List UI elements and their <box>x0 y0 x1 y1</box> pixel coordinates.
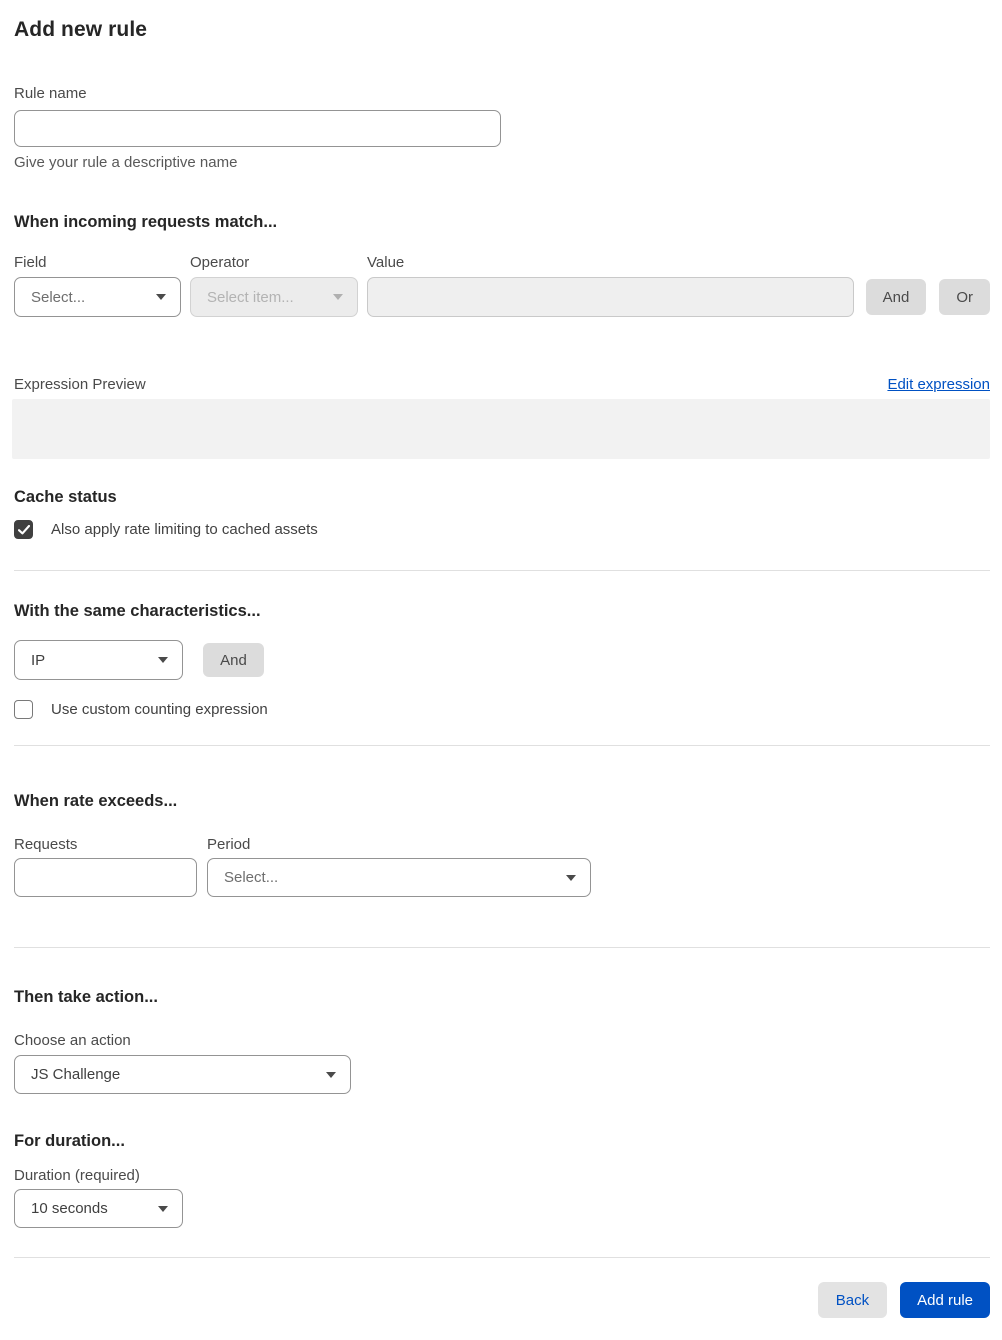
duration-select[interactable]: 10 seconds <box>14 1189 183 1228</box>
period-label: Period <box>207 836 251 853</box>
chevron-down-icon <box>326 1071 336 1078</box>
cache-checkbox-row: Also apply rate limiting to cached asset… <box>14 520 990 539</box>
expression-header: Expression Preview Edit expression <box>14 375 990 395</box>
characteristic-select-value: IP <box>31 651 46 669</box>
match-row: Select... Select item... And Or <box>14 277 990 317</box>
cache-checkbox-label: Also apply rate limiting to cached asset… <box>51 521 318 538</box>
divider <box>14 570 990 571</box>
rate-heading: When rate exceeds... <box>14 792 178 810</box>
chevron-down-icon <box>158 657 168 663</box>
divider <box>14 1257 990 1258</box>
footer-actions: Back Add rule <box>14 1282 990 1318</box>
add-rule-form: Add new rule Rule name Give your rule a … <box>0 0 1002 1318</box>
rule-name-input[interactable] <box>14 110 501 147</box>
divider <box>14 947 990 948</box>
requests-label: Requests <box>14 836 78 853</box>
rate-row: Select... <box>14 858 990 897</box>
action-label: Choose an action <box>14 1032 131 1049</box>
edit-expression-link[interactable]: Edit expression <box>887 376 990 393</box>
page-title: Add new rule <box>14 18 148 41</box>
chevron-down-icon <box>333 294 343 300</box>
duration-select-value: 10 seconds <box>31 1200 108 1217</box>
operator-select-value: Select item... <box>207 288 294 306</box>
characteristics-heading: With the same characteristics... <box>14 602 261 620</box>
counting-checkbox-row: Use custom counting expression <box>14 700 990 719</box>
value-label: Value <box>367 254 405 271</box>
rate-labels: Requests Period <box>14 835 990 855</box>
characteristics-row: IP And <box>14 640 990 680</box>
period-select[interactable]: Select... <box>207 858 591 897</box>
action-select[interactable]: JS Challenge <box>14 1055 351 1094</box>
cache-status-heading: Cache status <box>14 488 117 506</box>
operator-label: Operator <box>190 254 250 271</box>
field-label: Field <box>14 254 47 271</box>
period-select-value: Select... <box>224 869 279 886</box>
rule-name-label: Rule name <box>14 85 87 102</box>
check-icon <box>17 524 30 534</box>
counting-checkbox-label: Use custom counting expression <box>51 701 268 718</box>
chevron-down-icon <box>158 1205 168 1212</box>
and-button[interactable]: And <box>865 279 927 315</box>
custom-counting-checkbox[interactable] <box>14 700 33 719</box>
field-select[interactable]: Select... <box>14 277 181 317</box>
cache-assets-checkbox[interactable] <box>14 520 33 539</box>
duration-label: Duration (required) <box>14 1167 140 1184</box>
field-select-value: Select... <box>31 288 86 306</box>
back-button[interactable]: Back <box>817 1282 888 1318</box>
expression-preview-box <box>12 399 990 459</box>
match-heading: When incoming requests match... <box>14 213 278 231</box>
match-labels: Field Operator Value <box>14 253 990 273</box>
characteristic-select[interactable]: IP <box>14 640 183 680</box>
or-button[interactable]: Or <box>939 279 990 315</box>
characteristics-and-button[interactable]: And <box>203 643 264 677</box>
value-input <box>367 277 854 317</box>
operator-select: Select item... <box>190 277 358 317</box>
action-select-value: JS Challenge <box>31 1066 121 1083</box>
requests-input[interactable] <box>14 858 197 897</box>
action-heading: Then take action... <box>14 988 158 1006</box>
duration-heading: For duration... <box>14 1132 125 1150</box>
divider <box>14 745 990 746</box>
rule-name-helper: Give your rule a descriptive name <box>14 154 238 171</box>
chevron-down-icon <box>156 294 166 300</box>
add-rule-button[interactable]: Add rule <box>900 1282 990 1318</box>
chevron-down-icon <box>566 874 576 881</box>
expression-preview-label: Expression Preview <box>14 376 146 393</box>
